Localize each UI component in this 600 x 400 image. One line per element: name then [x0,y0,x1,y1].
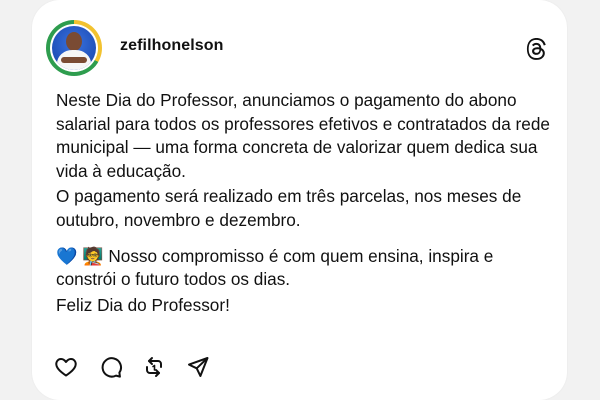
avatar-arms [61,57,87,63]
avatar-head [66,32,82,51]
avatar-photo [52,26,96,70]
comment-icon[interactable] [99,355,123,379]
avatar-frame [50,24,98,72]
threads-icon [523,36,549,62]
post-card: zefilhonelson Neste Dia do Professor, an… [32,0,567,400]
post-paragraph-payment: O pagamento será realizado em três parce… [56,186,522,230]
post-paragraph-announcement: Neste Dia do Professor, anunciamos o pag… [56,90,550,181]
heart-icon[interactable] [54,355,78,379]
avatar[interactable] [46,20,102,76]
repost-icon[interactable] [142,355,166,379]
username[interactable]: zefilhonelson [120,37,224,55]
post-text: Neste Dia do Professor, anunciamos o pag… [56,89,556,317]
post-paragraph-greeting: Feliz Dia do Professor! [56,294,230,315]
post-paragraph-commitment: 💙 🧑‍🏫 Nosso compromisso é com quem ensin… [56,245,494,290]
share-icon[interactable] [186,355,210,379]
